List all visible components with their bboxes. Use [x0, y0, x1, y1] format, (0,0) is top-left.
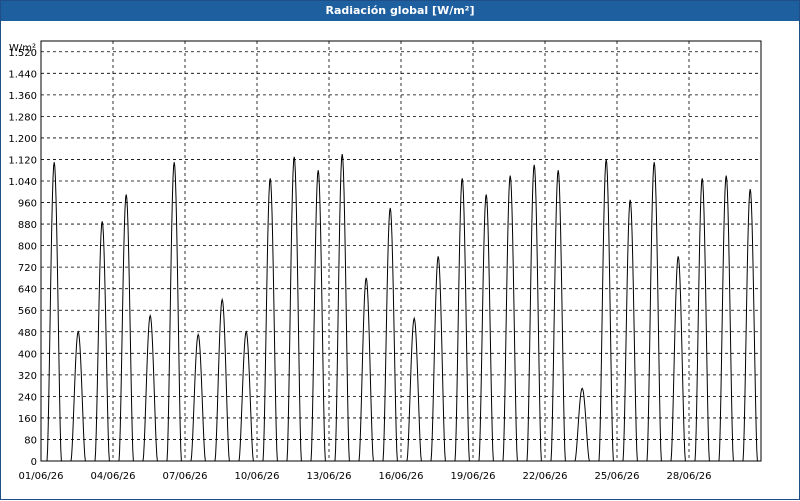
y-tick-label: 800 — [18, 242, 37, 253]
x-tick-label: 22/06/26 — [523, 471, 568, 482]
y-tick-label: 400 — [18, 349, 37, 360]
y-tick-label: 480 — [18, 328, 37, 339]
y-tick-label: 720 — [18, 263, 37, 274]
x-tick-label: 16/06/26 — [379, 471, 424, 482]
y-tick-label: 320 — [18, 371, 37, 382]
x-tick-label: 28/06/26 — [667, 471, 712, 482]
radiation-chart: 0 80 160 240 320 400 480 560 640 720 800 880 960 1.04… — [8, 40, 762, 482]
chart-window: Radiación global [W/m²] 0 80 160 240 320 400 4… — [0, 0, 800, 500]
x-tick-label: 01/06/26 — [19, 471, 64, 482]
y-axis-unit-label: W/m² — [9, 43, 36, 54]
y-tick-label: 0 — [31, 457, 37, 468]
x-tick-label: 10/06/26 — [235, 471, 280, 482]
x-tick-label: 13/06/26 — [307, 471, 352, 482]
y-tick-label: 640 — [18, 285, 37, 296]
y-tick-label: 1.040 — [8, 177, 37, 188]
x-axis-ticks: 01/06/26 04/06/26 07/06/26 10/06/26 13/06/26… — [19, 471, 712, 482]
y-tick-label: 160 — [18, 414, 37, 425]
y-tick-label: 880 — [18, 220, 37, 231]
y-tick-label: 960 — [18, 199, 37, 210]
y-tick-label: 560 — [18, 306, 37, 317]
x-tick-label: 25/06/26 — [595, 471, 640, 482]
y-tick-label: 80 — [24, 435, 37, 446]
y-axis-ticks: 0 80 160 240 320 400 480 560 640 720 800 880 960 1.04… — [8, 48, 37, 468]
grid-lines — [41, 41, 761, 461]
y-tick-label: 1.440 — [8, 69, 37, 80]
x-tick-label: 04/06/26 — [91, 471, 136, 482]
y-tick-label: 1.280 — [8, 112, 37, 123]
x-tick-label: 07/06/26 — [163, 471, 208, 482]
y-tick-label: 1.200 — [8, 134, 37, 145]
y-tick-label: 240 — [18, 392, 37, 403]
y-tick-label: 1.120 — [8, 155, 37, 166]
y-tick-label: 1.360 — [8, 91, 37, 102]
x-tick-label: 19/06/26 — [451, 471, 496, 482]
